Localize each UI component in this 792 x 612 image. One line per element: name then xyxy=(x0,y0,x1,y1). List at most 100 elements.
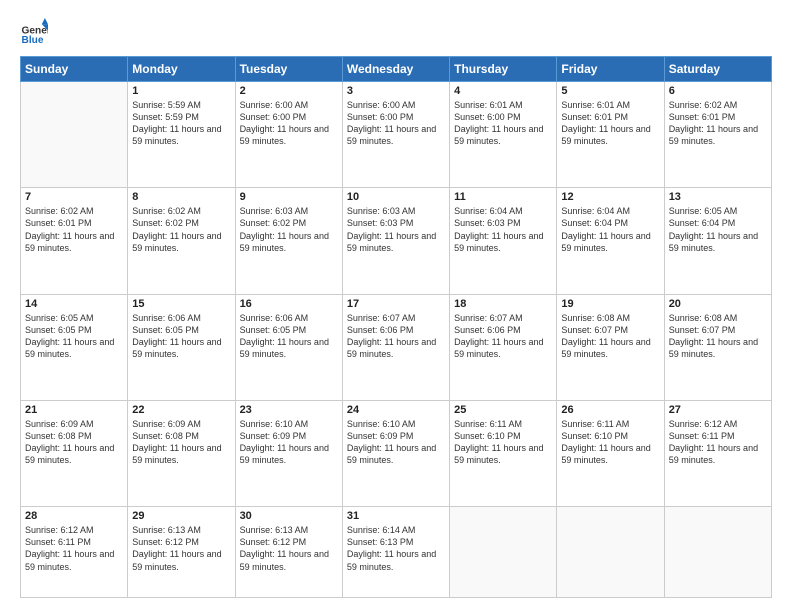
day-number: 15 xyxy=(132,298,230,310)
day-info: Sunrise: 5:59 AM Sunset: 5:59 PM Dayligh… xyxy=(132,99,230,148)
day-cell: 31Sunrise: 6:14 AM Sunset: 6:13 PM Dayli… xyxy=(342,507,449,598)
day-cell: 12 Sunrise: 6:04 AM Sunset: 6:04 PM Dayli… xyxy=(557,188,664,294)
day-cell: 25 Sunrise: 6:11 AM Sunset: 6:10 PM Dayli… xyxy=(450,400,557,506)
day-number: 22 xyxy=(132,404,230,416)
day-info: Sunrise: 6:12 AM Sunset: 6:11 PM Dayligh… xyxy=(669,418,767,467)
logo: General Blue xyxy=(20,18,52,46)
day-info: Sunrise: 6:05 AM Sunset: 6:04 PM Dayligh… xyxy=(669,205,767,254)
day-cell: 15 Sunrise: 6:06 AM Sunset: 6:05 PM Dayli… xyxy=(128,294,235,400)
day-info: Sunrise: 6:03 AM Sunset: 6:03 PM Dayligh… xyxy=(347,205,445,254)
day-info: Sunrise: 6:01 AM Sunset: 6:01 PM Dayligh… xyxy=(561,99,659,148)
day-cell xyxy=(664,507,771,598)
day-cell: 22 Sunrise: 6:09 AM Sunset: 6:08 PM Dayli… xyxy=(128,400,235,506)
day-cell: 3 Sunrise: 6:00 AM Sunset: 6:00 PM Daylig… xyxy=(342,82,449,188)
day-info: Sunrise: 6:07 AM Sunset: 6:06 PM Dayligh… xyxy=(454,312,552,361)
week-row-2: 7Sunrise: 6:02 AM Sunset: 6:01 PM Daylig… xyxy=(21,188,772,294)
day-cell: 13 Sunrise: 6:05 AM Sunset: 6:04 PM Dayli… xyxy=(664,188,771,294)
day-info: Sunrise: 6:08 AM Sunset: 6:07 PM Dayligh… xyxy=(561,312,659,361)
day-cell: 18 Sunrise: 6:07 AM Sunset: 6:06 PM Dayli… xyxy=(450,294,557,400)
day-cell: 14 Sunrise: 6:05 AM Sunset: 6:05 PM Dayli… xyxy=(21,294,128,400)
day-cell: 17Sunrise: 6:07 AM Sunset: 6:06 PM Dayli… xyxy=(342,294,449,400)
day-number: 14 xyxy=(25,298,123,310)
day-info: Sunrise: 6:09 AM Sunset: 6:08 PM Dayligh… xyxy=(132,418,230,467)
weekday-header-monday: Monday xyxy=(128,57,235,82)
day-number: 30 xyxy=(240,510,338,522)
day-info: Sunrise: 6:11 AM Sunset: 6:10 PM Dayligh… xyxy=(561,418,659,467)
day-info: Sunrise: 6:02 AM Sunset: 6:01 PM Dayligh… xyxy=(25,205,123,254)
day-cell: 29 Sunrise: 6:13 AM Sunset: 6:12 PM Dayli… xyxy=(128,507,235,598)
day-info: Sunrise: 6:04 AM Sunset: 6:03 PM Dayligh… xyxy=(454,205,552,254)
day-number: 28 xyxy=(25,510,123,522)
day-number: 9 xyxy=(240,191,338,203)
day-number: 12 xyxy=(561,191,659,203)
svg-text:Blue: Blue xyxy=(22,35,44,46)
day-cell: 9 Sunrise: 6:03 AM Sunset: 6:02 PM Daylig… xyxy=(235,188,342,294)
day-number: 25 xyxy=(454,404,552,416)
day-cell: 4 Sunrise: 6:01 AM Sunset: 6:00 PM Daylig… xyxy=(450,82,557,188)
day-info: Sunrise: 6:06 AM Sunset: 6:05 PM Dayligh… xyxy=(132,312,230,361)
day-number: 8 xyxy=(132,191,230,203)
day-info: Sunrise: 6:04 AM Sunset: 6:04 PM Dayligh… xyxy=(561,205,659,254)
day-cell: 5 Sunrise: 6:01 AM Sunset: 6:01 PM Daylig… xyxy=(557,82,664,188)
day-cell xyxy=(557,507,664,598)
day-number: 27 xyxy=(669,404,767,416)
day-cell: 11 Sunrise: 6:04 AM Sunset: 6:03 PM Dayli… xyxy=(450,188,557,294)
day-cell: 30Sunrise: 6:13 AM Sunset: 6:12 PM Dayli… xyxy=(235,507,342,598)
weekday-header-sunday: Sunday xyxy=(21,57,128,82)
day-number: 21 xyxy=(25,404,123,416)
day-cell: 24 Sunrise: 6:10 AM Sunset: 6:09 PM Dayli… xyxy=(342,400,449,506)
weekday-header-tuesday: Tuesday xyxy=(235,57,342,82)
day-number: 5 xyxy=(561,85,659,97)
day-number: 4 xyxy=(454,85,552,97)
day-number: 26 xyxy=(561,404,659,416)
day-number: 3 xyxy=(347,85,445,97)
day-info: Sunrise: 6:02 AM Sunset: 6:02 PM Dayligh… xyxy=(132,205,230,254)
week-row-4: 21 Sunrise: 6:09 AM Sunset: 6:08 PM Dayli… xyxy=(21,400,772,506)
weekday-header-wednesday: Wednesday xyxy=(342,57,449,82)
day-info: Sunrise: 6:00 AM Sunset: 6:00 PM Dayligh… xyxy=(347,99,445,148)
day-number: 1 xyxy=(132,85,230,97)
day-cell xyxy=(21,82,128,188)
day-cell: 10 Sunrise: 6:03 AM Sunset: 6:03 PM Dayli… xyxy=(342,188,449,294)
day-cell: 1 Sunrise: 5:59 AM Sunset: 5:59 PM Daylig… xyxy=(128,82,235,188)
weekday-header-row: SundayMondayTuesdayWednesdayThursdayFrid… xyxy=(21,57,772,82)
calendar-page: General Blue SundayMondayTuesdayWednesda… xyxy=(0,0,792,612)
day-number: 19 xyxy=(561,298,659,310)
day-number: 2 xyxy=(240,85,338,97)
day-number: 29 xyxy=(132,510,230,522)
day-cell: 23Sunrise: 6:10 AM Sunset: 6:09 PM Dayli… xyxy=(235,400,342,506)
day-number: 6 xyxy=(669,85,767,97)
day-info: Sunrise: 6:09 AM Sunset: 6:08 PM Dayligh… xyxy=(25,418,123,467)
day-cell: 8 Sunrise: 6:02 AM Sunset: 6:02 PM Daylig… xyxy=(128,188,235,294)
day-cell: 6Sunrise: 6:02 AM Sunset: 6:01 PM Daylig… xyxy=(664,82,771,188)
week-row-1: 1 Sunrise: 5:59 AM Sunset: 5:59 PM Daylig… xyxy=(21,82,772,188)
day-cell: 19 Sunrise: 6:08 AM Sunset: 6:07 PM Dayli… xyxy=(557,294,664,400)
day-number: 13 xyxy=(669,191,767,203)
day-info: Sunrise: 6:12 AM Sunset: 6:11 PM Dayligh… xyxy=(25,524,123,573)
day-cell: 21 Sunrise: 6:09 AM Sunset: 6:08 PM Dayli… xyxy=(21,400,128,506)
day-info: Sunrise: 6:13 AM Sunset: 6:12 PM Dayligh… xyxy=(132,524,230,573)
week-row-5: 28 Sunrise: 6:12 AM Sunset: 6:11 PM Dayli… xyxy=(21,507,772,598)
day-cell: 16 Sunrise: 6:06 AM Sunset: 6:05 PM Dayli… xyxy=(235,294,342,400)
day-info: Sunrise: 6:10 AM Sunset: 6:09 PM Dayligh… xyxy=(347,418,445,467)
day-info: Sunrise: 6:14 AM Sunset: 6:13 PM Dayligh… xyxy=(347,524,445,573)
day-info: Sunrise: 6:01 AM Sunset: 6:00 PM Dayligh… xyxy=(454,99,552,148)
day-info: Sunrise: 6:06 AM Sunset: 6:05 PM Dayligh… xyxy=(240,312,338,361)
day-cell: 7Sunrise: 6:02 AM Sunset: 6:01 PM Daylig… xyxy=(21,188,128,294)
weekday-header-saturday: Saturday xyxy=(664,57,771,82)
day-cell xyxy=(450,507,557,598)
day-info: Sunrise: 6:05 AM Sunset: 6:05 PM Dayligh… xyxy=(25,312,123,361)
day-info: Sunrise: 6:03 AM Sunset: 6:02 PM Dayligh… xyxy=(240,205,338,254)
day-cell: 20Sunrise: 6:08 AM Sunset: 6:07 PM Dayli… xyxy=(664,294,771,400)
day-cell: 28 Sunrise: 6:12 AM Sunset: 6:11 PM Dayli… xyxy=(21,507,128,598)
day-number: 11 xyxy=(454,191,552,203)
day-number: 16 xyxy=(240,298,338,310)
calendar-table: SundayMondayTuesdayWednesdayThursdayFrid… xyxy=(20,56,772,598)
weekday-header-friday: Friday xyxy=(557,57,664,82)
day-info: Sunrise: 6:11 AM Sunset: 6:10 PM Dayligh… xyxy=(454,418,552,467)
day-number: 18 xyxy=(454,298,552,310)
day-number: 23 xyxy=(240,404,338,416)
day-number: 10 xyxy=(347,191,445,203)
week-row-3: 14 Sunrise: 6:05 AM Sunset: 6:05 PM Dayli… xyxy=(21,294,772,400)
day-number: 24 xyxy=(347,404,445,416)
